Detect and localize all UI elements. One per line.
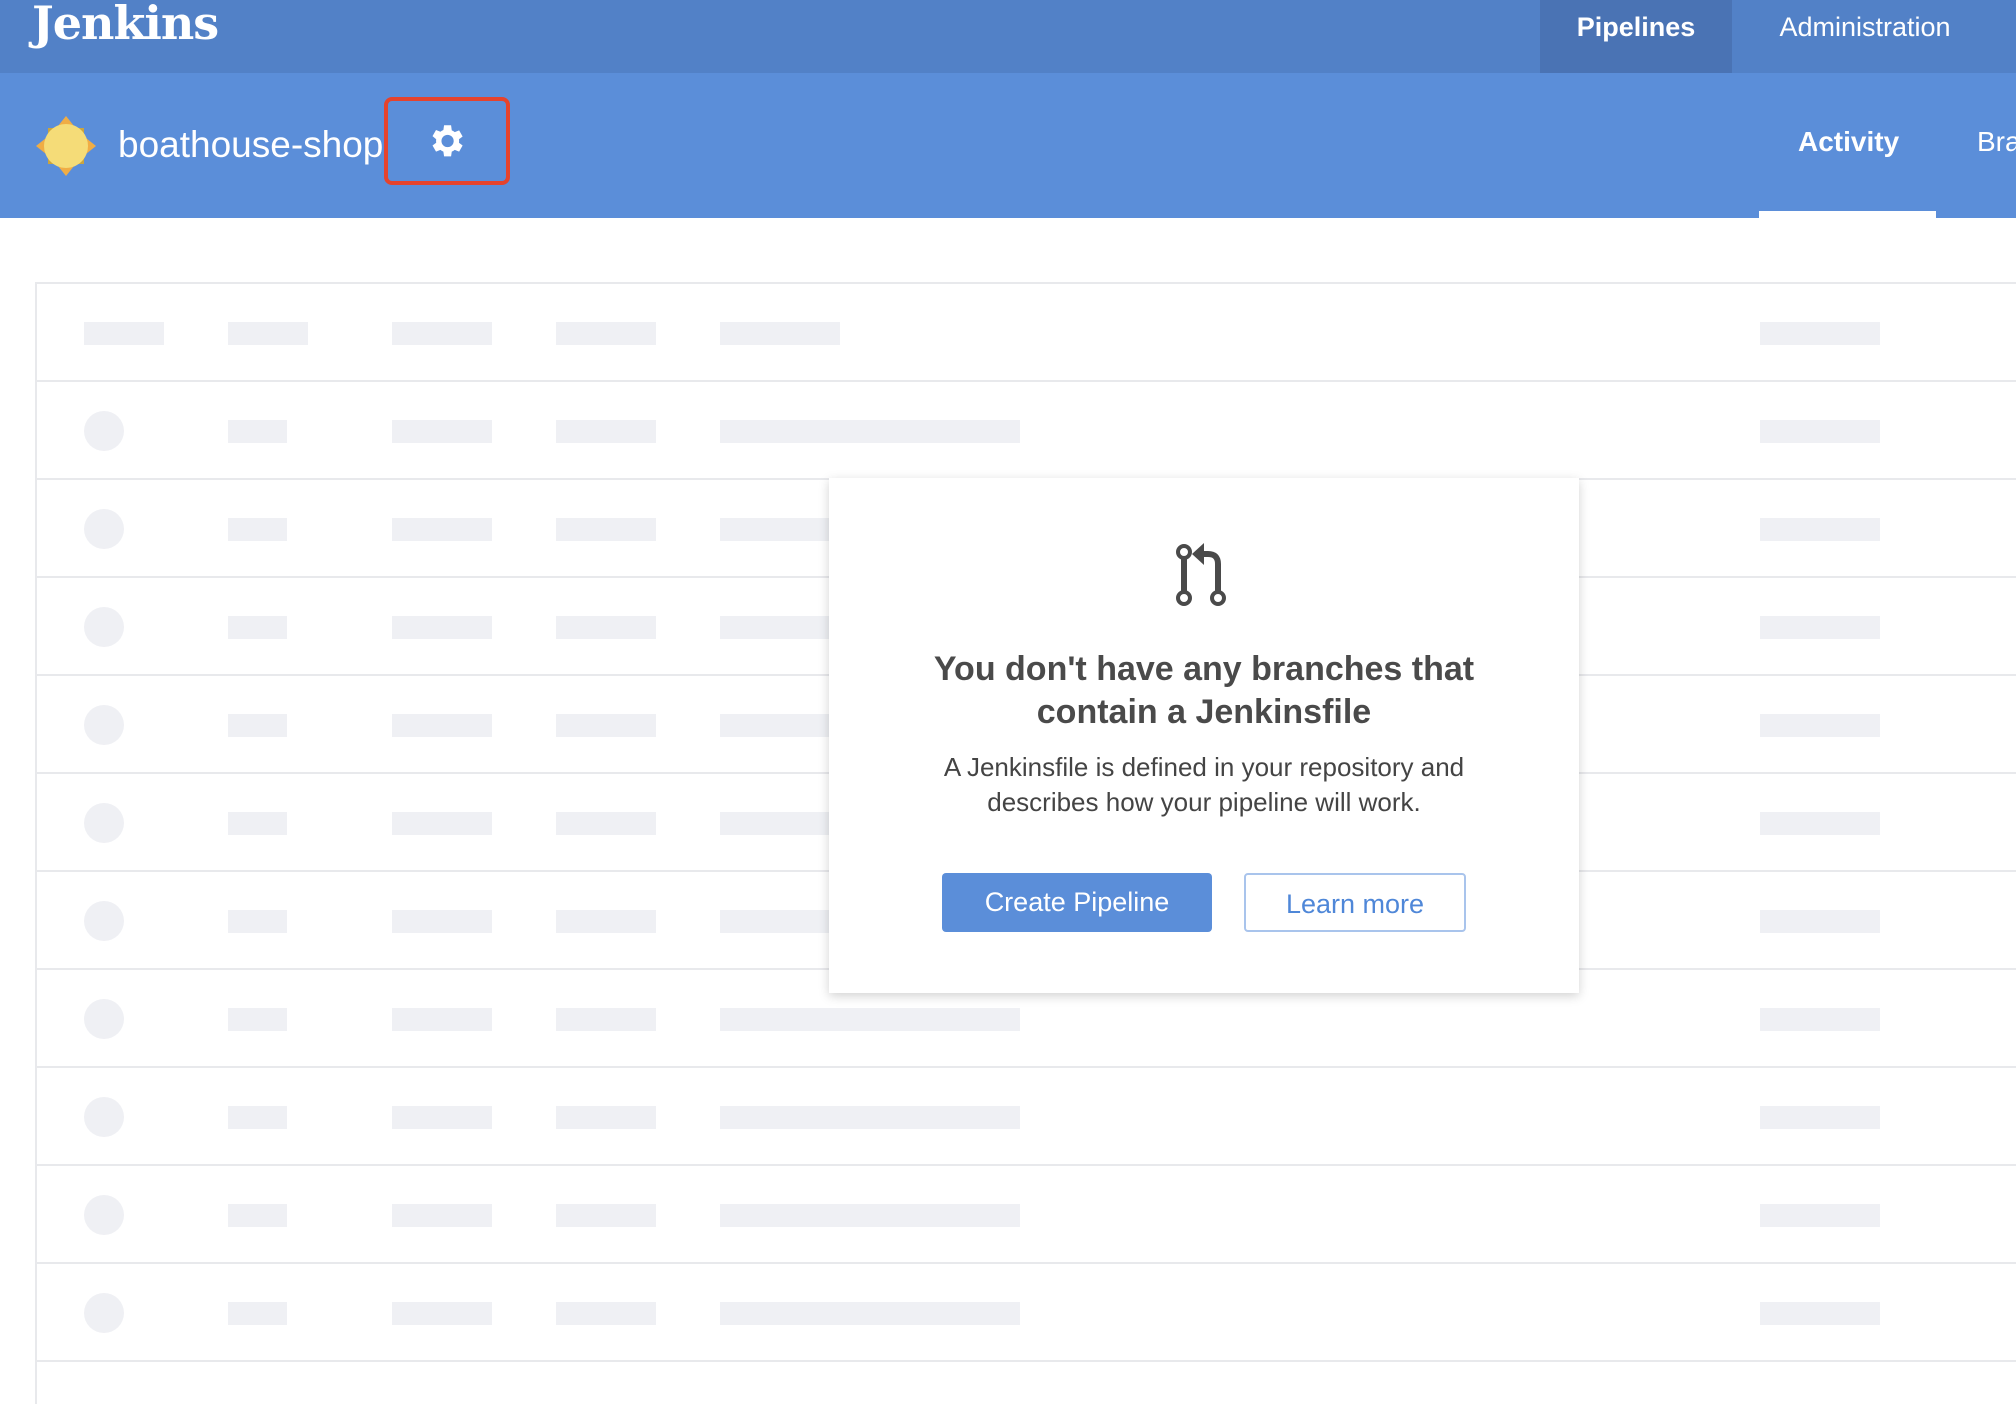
empty-state-dialog: You don't have any branches that contain … [829,478,1579,993]
nav-administration[interactable]: Administration [1750,0,1980,73]
placeholder-bar [556,1302,656,1325]
placeholder-status-icon [84,411,124,451]
placeholder-status-icon [84,901,124,941]
sun-icon [36,116,96,176]
placeholder-bar [556,812,656,835]
table-row-skeleton [37,1264,2016,1362]
table-row-skeleton [37,1068,2016,1166]
placeholder-bar [556,1204,656,1227]
placeholder-bar [84,322,164,345]
placeholder-bar [1760,518,1880,541]
placeholder-status-icon [84,607,124,647]
placeholder-bar [1760,616,1880,639]
settings-button[interactable] [384,97,510,185]
placeholder-bar [228,1106,287,1129]
placeholder-bar [228,1302,287,1325]
placeholder-bar [720,322,840,345]
placeholder-bar [228,1204,287,1227]
placeholder-status-icon [84,705,124,745]
placeholder-bar [720,1302,1020,1325]
tab-branches[interactable]: Bra [1977,126,2016,158]
table-header-skeleton [37,284,2016,382]
placeholder-bar [228,616,287,639]
placeholder-status-icon [84,1097,124,1137]
placeholder-bar [556,420,656,443]
placeholder-bar [556,1008,656,1031]
placeholder-bar [1760,714,1880,737]
placeholder-bar [720,1008,1020,1031]
placeholder-bar [556,1106,656,1129]
placeholder-bar [228,322,308,345]
placeholder-bar [392,812,492,835]
empty-state-description: A Jenkinsfile is defined in your reposit… [943,752,1465,817]
placeholder-bar [1760,420,1880,443]
project-name[interactable]: boathouse-shop [118,124,383,166]
placeholder-bar [1760,1302,1880,1325]
placeholder-bar [1760,322,1880,345]
placeholder-bar [556,910,656,933]
placeholder-bar [556,616,656,639]
placeholder-bar [1760,1204,1880,1227]
placeholder-bar [228,714,287,737]
placeholder-bar [720,420,1020,443]
git-pull-request-icon [1176,543,1226,606]
empty-state-title: You don't have any branches that contain … [933,650,1475,731]
placeholder-bar [556,714,656,737]
active-tab-indicator [1759,211,1936,218]
placeholder-status-icon [84,999,124,1039]
placeholder-bar [392,714,492,737]
placeholder-bar [392,1302,492,1325]
placeholder-bar [392,910,492,933]
placeholder-bar [1760,910,1880,933]
placeholder-bar [1760,1106,1880,1129]
nav-pipelines[interactable]: Pipelines [1540,0,1732,73]
placeholder-bar [556,322,656,345]
project-header: boathouse-shop Activity Bra [0,73,2016,218]
placeholder-status-icon [84,509,124,549]
placeholder-status-icon [84,803,124,843]
placeholder-bar [228,518,287,541]
placeholder-bar [720,1204,1020,1227]
placeholder-bar [228,812,287,835]
placeholder-bar [556,518,656,541]
tab-activity[interactable]: Activity [1798,126,1899,158]
placeholder-bar [392,518,492,541]
placeholder-bar [392,420,492,443]
learn-more-button[interactable]: Learn more [1244,873,1466,932]
placeholder-bar [392,1106,492,1129]
placeholder-bar [392,1008,492,1031]
placeholder-bar [228,1008,287,1031]
placeholder-bar [1760,1008,1880,1031]
top-bar: Jenkins Pipelines Administration [0,0,2016,73]
placeholder-bar [392,616,492,639]
placeholder-bar [392,322,492,345]
table-row-skeleton [37,1166,2016,1264]
create-pipeline-button[interactable]: Create Pipeline [942,873,1212,932]
placeholder-status-icon [84,1293,124,1333]
jenkins-logo[interactable]: Jenkins [32,0,219,50]
table-row-skeleton [37,382,2016,480]
placeholder-bar [1760,812,1880,835]
placeholder-status-icon [84,1195,124,1235]
placeholder-bar [392,1204,492,1227]
placeholder-bar [228,420,287,443]
placeholder-bar [228,910,287,933]
placeholder-bar [720,1106,1020,1129]
gear-icon [432,125,463,157]
